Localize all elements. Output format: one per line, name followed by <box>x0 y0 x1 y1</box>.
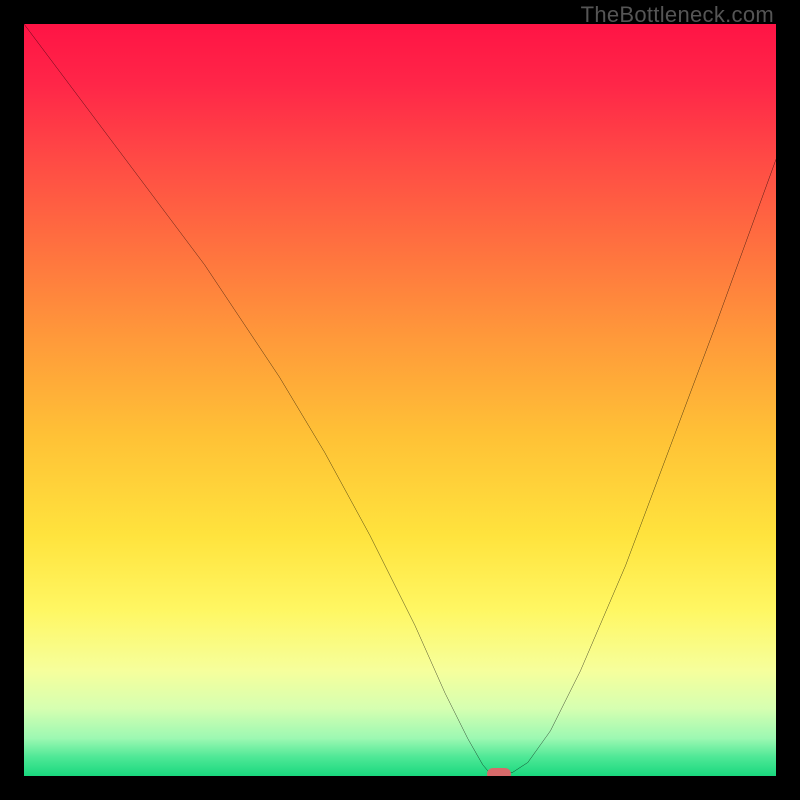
bottleneck-curve <box>24 24 776 776</box>
chart-frame: TheBottleneck.com <box>0 0 800 800</box>
optimal-point-marker <box>487 768 511 776</box>
plot-area <box>24 24 776 776</box>
watermark-text: TheBottleneck.com <box>581 2 774 28</box>
